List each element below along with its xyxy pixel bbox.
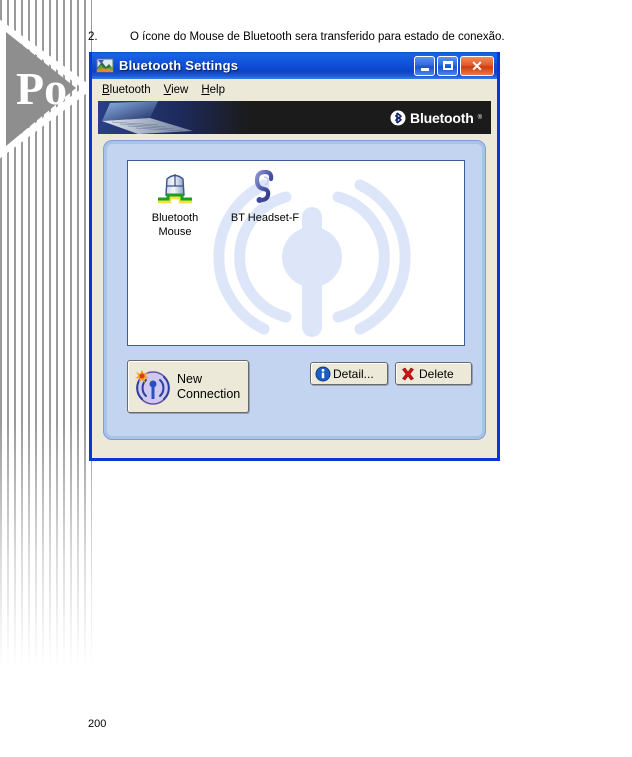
- info-icon: [315, 366, 331, 381]
- bluetooth-rune-icon: [390, 110, 406, 125]
- close-button[interactable]: ✕: [460, 55, 494, 76]
- window-titlebar: Bluetooth Settings ✕: [92, 52, 497, 79]
- page-watermark: Po: [0, 0, 92, 680]
- detail-button-label: Detail...: [333, 366, 374, 381]
- device-item-bt-headset-f[interactable]: BT Headset-F: [226, 169, 304, 239]
- bluetooth-brand-logo: Bluetooth ®: [390, 110, 482, 126]
- new-connection-label-line1: New: [177, 371, 203, 386]
- bluetooth-brand-text: Bluetooth: [410, 109, 474, 126]
- laptop-image: [98, 101, 248, 134]
- delete-button-label: Delete: [419, 366, 454, 381]
- page-number: 200: [88, 718, 107, 730]
- detail-button[interactable]: Detail...: [310, 362, 388, 385]
- new-connection-antenna-icon: [135, 369, 170, 405]
- red-x-icon: [402, 367, 414, 380]
- new-connection-label-line2: Connection: [177, 386, 241, 401]
- caption: 2. O ícone do Mouse de Bluetooth sera tra…: [88, 31, 558, 43]
- device-item-bluetooth-mouse[interactable]: Bluetooth Mouse: [136, 169, 214, 239]
- maximize-button[interactable]: [437, 55, 458, 76]
- device-list[interactable]: Bluetooth Mouse BT Headset-F: [127, 160, 465, 346]
- device-label: BT Headset-F: [230, 212, 300, 224]
- bluetooth-mouse-icon: [136, 169, 214, 209]
- device-items: Bluetooth Mouse BT Headset-F: [128, 161, 304, 239]
- delete-button[interactable]: Delete: [395, 362, 472, 385]
- po-logo-icon: Po: [0, 19, 92, 159]
- caption-number: 2.: [88, 31, 98, 43]
- menu-item-bluetooth[interactable]: BBluetoothluetooth: [98, 82, 160, 98]
- window-title: Bluetooth Settings: [119, 58, 239, 73]
- new-connection-label: New Connection: [177, 372, 240, 402]
- bluetooth-headset-icon: [226, 169, 304, 209]
- bluetooth-settings-app-icon: [96, 58, 114, 73]
- menubar: BBluetoothluetooth View Help: [92, 79, 497, 101]
- minimize-button[interactable]: [414, 55, 435, 76]
- bluetooth-settings-window: Bluetooth Settings ✕ BBluetoothluetooth …: [89, 52, 500, 461]
- registered-mark: ®: [477, 114, 482, 121]
- svg-text:Po: Po: [16, 63, 67, 114]
- device-label: Bluetooth Mouse: [151, 212, 199, 238]
- bluetooth-banner: Bluetooth ®: [98, 101, 491, 134]
- watermark-stripes: [0, 0, 92, 680]
- window-controls: ✕: [414, 55, 494, 76]
- menu-item-help[interactable]: Help: [197, 82, 234, 98]
- action-buttons: New Connection Detail... Delete: [127, 359, 472, 417]
- menu-item-view[interactable]: View: [160, 82, 198, 98]
- new-connection-button[interactable]: New Connection: [127, 360, 249, 413]
- caption-text: O ícone do Mouse de Bluetooth sera trans…: [130, 31, 505, 43]
- settings-panel: Bluetooth Mouse BT Headset-F New Connect…: [103, 140, 486, 440]
